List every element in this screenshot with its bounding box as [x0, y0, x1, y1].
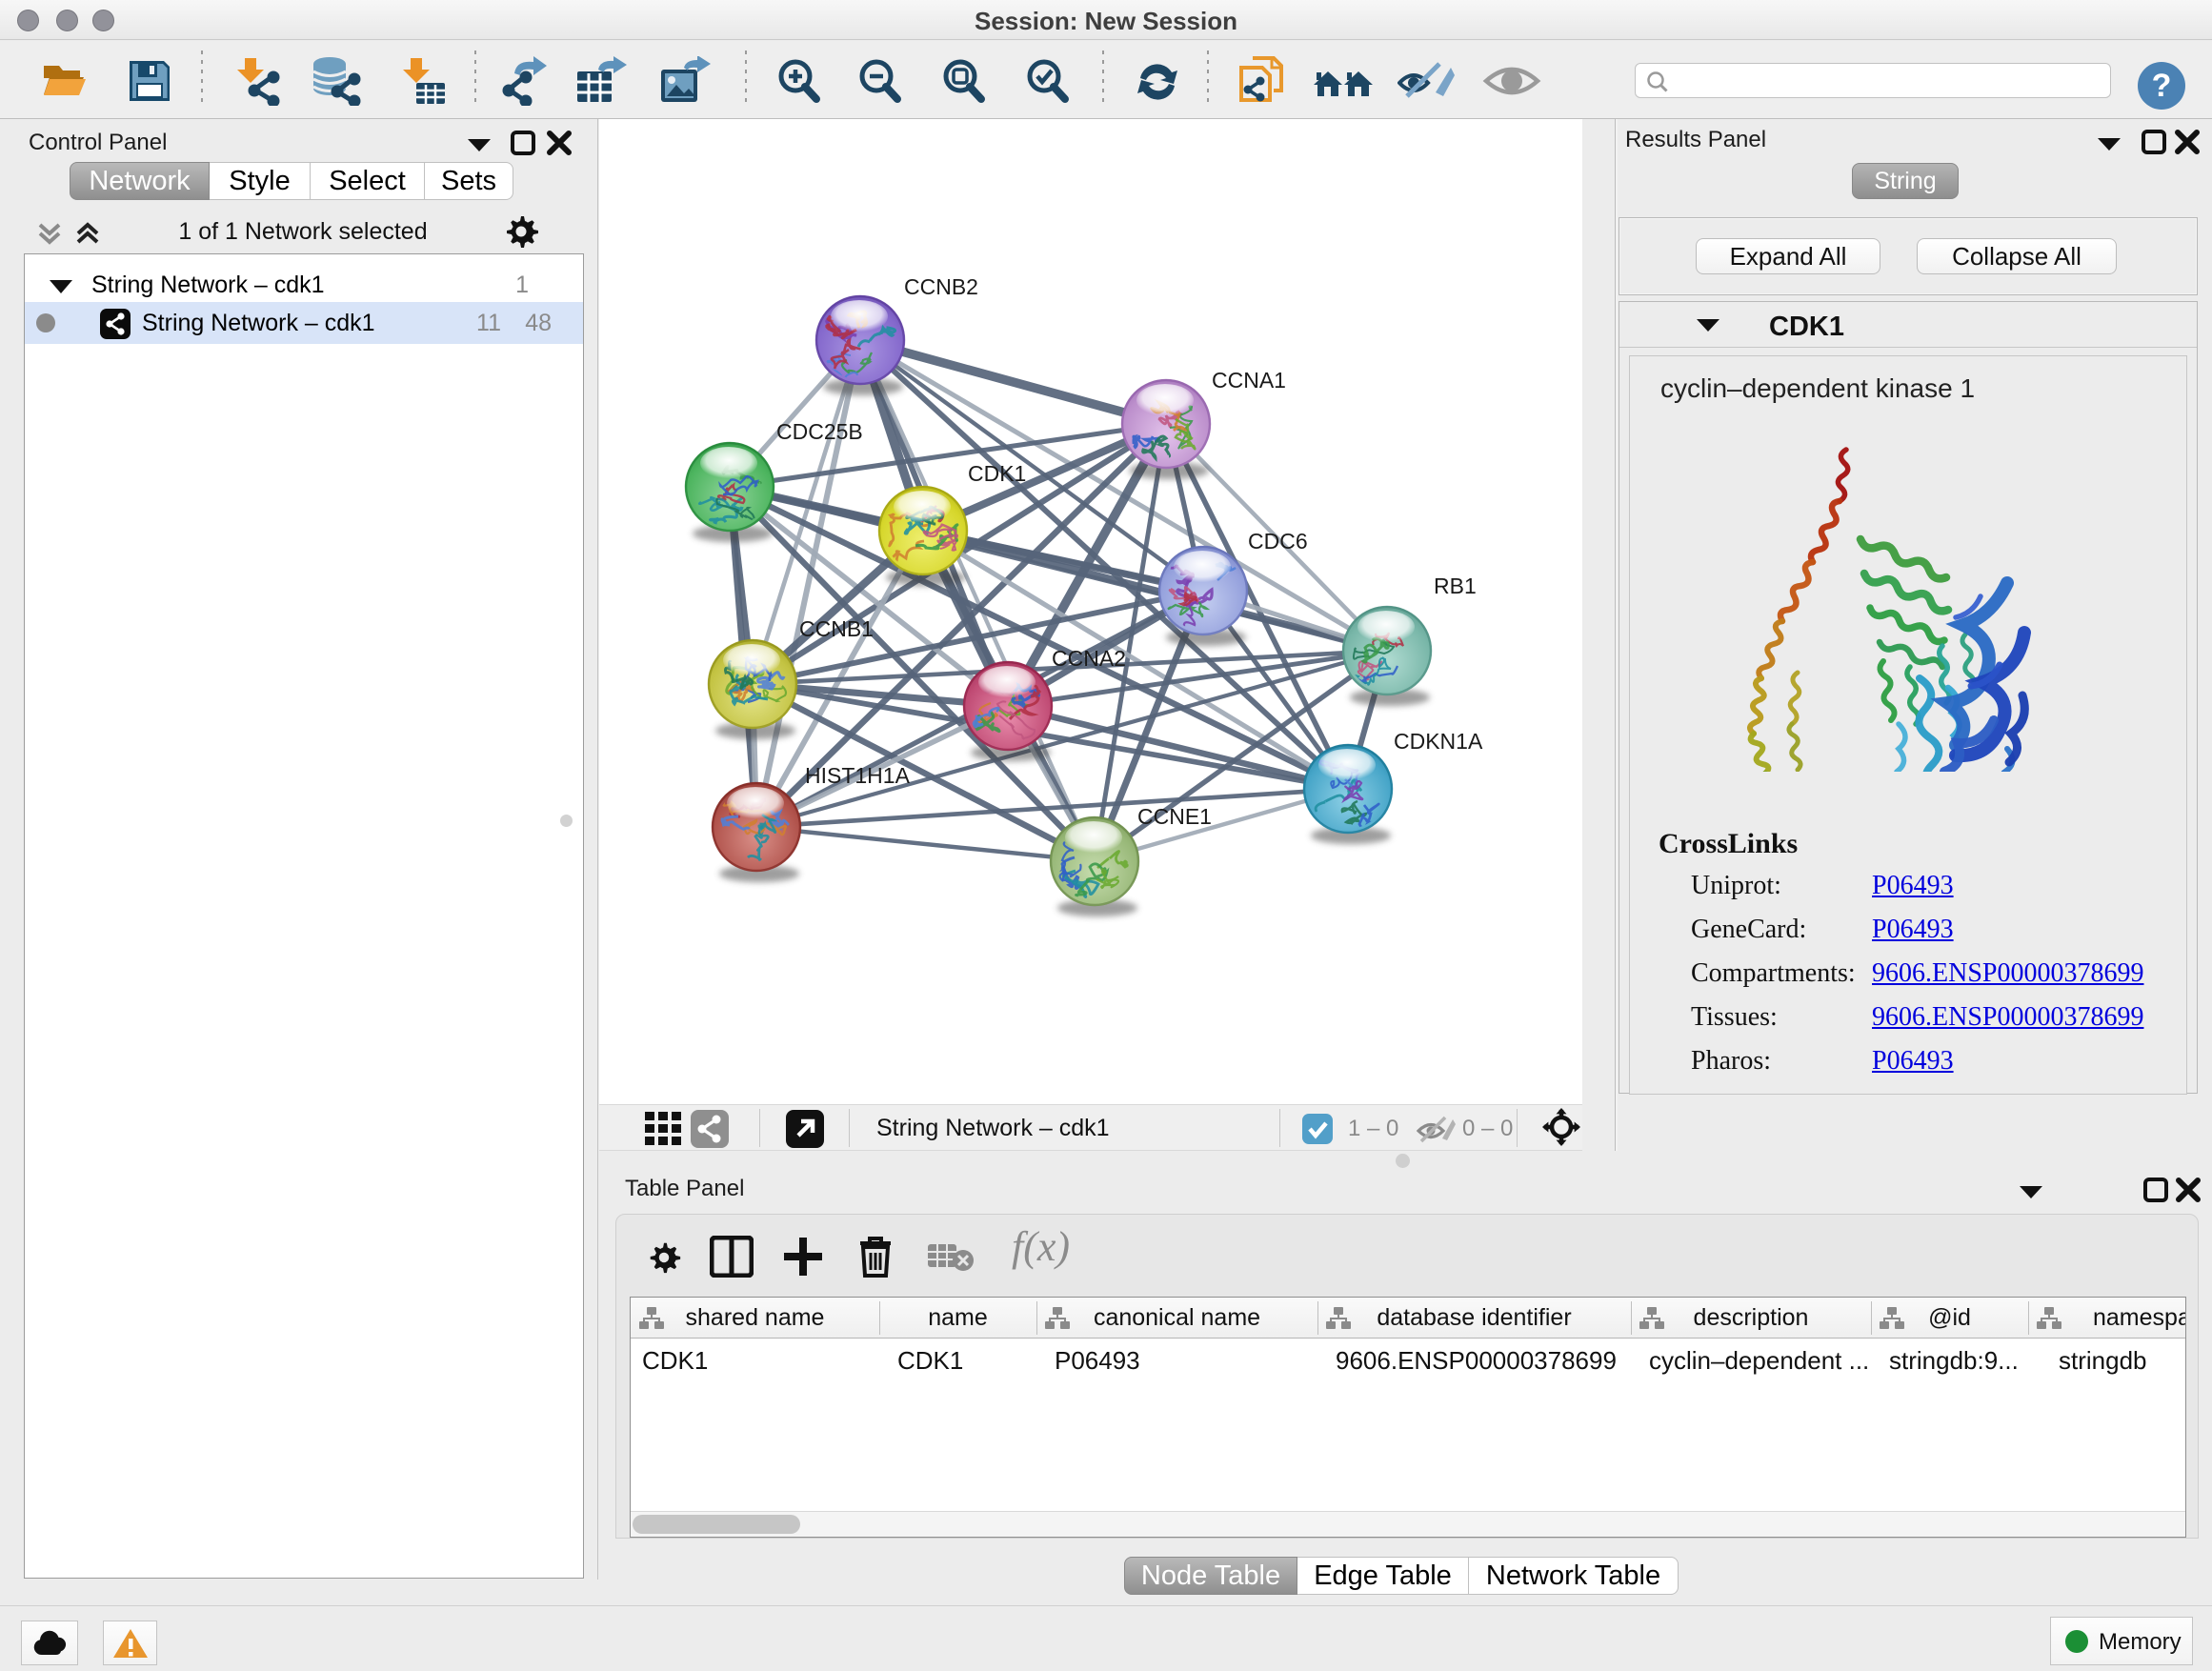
svg-text:CCNA2: CCNA2 [1052, 646, 1126, 671]
svg-text:CDK1: CDK1 [968, 461, 1026, 486]
svg-text:?: ? [2152, 68, 2172, 104]
svg-text:CDKN1A: CDKN1A [1394, 729, 1483, 754]
svg-text:HIST1H1A: HIST1H1A [805, 763, 911, 788]
svg-text:RB1: RB1 [1434, 574, 1477, 598]
svg-text:CDC25B: CDC25B [776, 419, 863, 444]
svg-text:CDC6: CDC6 [1248, 529, 1308, 554]
svg-text:CCNB2: CCNB2 [904, 274, 978, 299]
svg-text:CCNA1: CCNA1 [1212, 368, 1286, 393]
svg-text:CCNE1: CCNE1 [1137, 804, 1212, 829]
svg-text:CCNB1: CCNB1 [799, 616, 874, 641]
